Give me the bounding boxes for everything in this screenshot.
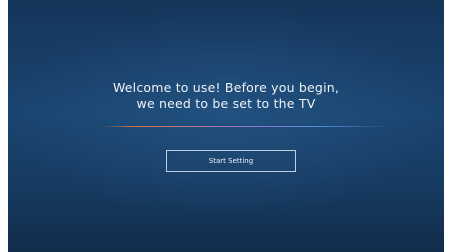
welcome-message: Welcome to use! Before you begin, we nee… bbox=[8, 80, 444, 112]
welcome-line-2: we need to be set to the TV bbox=[136, 96, 316, 111]
tv-setup-screen: Welcome to use! Before you begin, we nee… bbox=[8, 0, 444, 252]
welcome-line-1: Welcome to use! Before you begin, bbox=[112, 80, 340, 95]
start-setting-button[interactable]: Start Setting bbox=[166, 150, 296, 172]
gradient-divider bbox=[100, 126, 390, 127]
